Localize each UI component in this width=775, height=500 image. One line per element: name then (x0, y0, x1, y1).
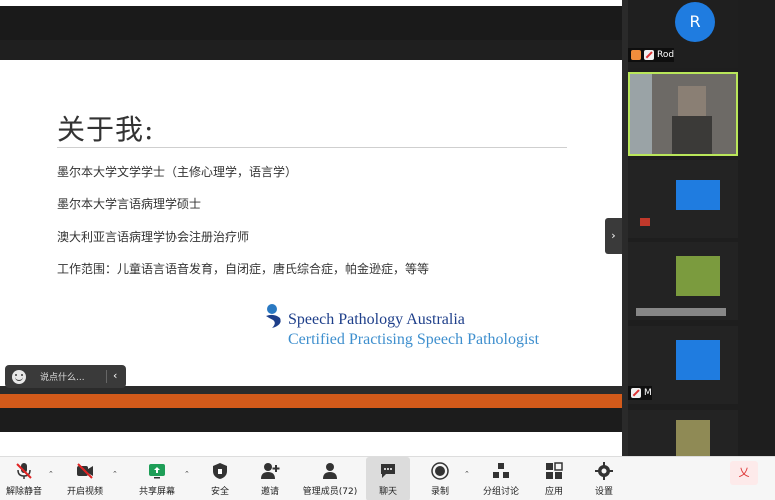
share-screen-icon (149, 464, 165, 479)
chat-label: 聊天 (378, 487, 397, 497)
name-label: M (628, 386, 652, 400)
add-user-icon (261, 463, 280, 479)
invite-label: 邀请 (260, 487, 279, 497)
name-label: Rod (628, 48, 675, 62)
share-screen-button[interactable]: 共享屏幕 (132, 457, 182, 500)
mic-muted-icon (644, 50, 654, 60)
video-blur-block (672, 116, 712, 154)
meeting-window: 关于我: 墨尔本大学文学学士（主修心理学，语言学） 墨尔本大学言语病理学硕士 澳… (0, 0, 775, 500)
chat-divider (106, 370, 107, 383)
video-tile[interactable] (628, 410, 738, 456)
unmute-label: 解除静音 (5, 487, 42, 497)
video-blur-block (676, 420, 710, 456)
video-blur-block (676, 340, 720, 380)
host-icon (631, 50, 641, 60)
record-icon (431, 462, 449, 480)
video-tile[interactable] (628, 160, 738, 238)
people-icon (323, 463, 337, 479)
screen-top-band (0, 6, 622, 40)
settings-label: 设置 (594, 487, 613, 497)
apps-label: 应用 (544, 487, 563, 497)
end-meeting-button[interactable]: 乂 (730, 461, 758, 485)
slide-top-border (0, 40, 622, 60)
emoji-icon[interactable] (12, 369, 26, 384)
video-blur-block (636, 308, 726, 316)
apps-button[interactable]: 应用 (532, 457, 576, 500)
participant-name: M (644, 388, 652, 398)
collapse-gallery-button[interactable]: › (605, 218, 622, 254)
mic-muted-icon (16, 463, 32, 479)
spa-logo-icon (266, 304, 281, 328)
caret-up-icon[interactable]: ⌃ (184, 470, 190, 478)
meeting-toolbar: 解除静音 ⌃ 开启视频 ⌃ 共享屏幕 ⌃ 安全 邀请 管理成员(72) 聊天 录… (0, 456, 775, 500)
org-name: Speech Pathology Australia (288, 311, 465, 328)
slide-line-scope: 工作范围：儿童语言语音发育，自闭症，唐氏综合症，帕金逊症，等等 (57, 262, 430, 276)
video-tile-rod[interactable]: R Rod (628, 0, 738, 68)
slide-title-rule (57, 147, 567, 148)
avatar: R (675, 2, 715, 42)
chat-placeholder[interactable]: 说点什么... (40, 370, 85, 383)
video-blur-block (640, 218, 650, 226)
chat-icon (381, 464, 395, 478)
invite-button[interactable]: 邀请 (248, 457, 292, 500)
unmute-button[interactable]: 解除静音 (2, 457, 46, 500)
breakout-rooms-icon (493, 463, 509, 478)
slide-line-masters: 墨尔本大学言语病理学硕士 (57, 197, 202, 211)
gear-icon (595, 462, 613, 480)
video-off-icon (77, 463, 93, 479)
participants-button[interactable]: 管理成员(72) (300, 457, 360, 500)
screen-bottom-strip (0, 432, 622, 456)
video-blur-block (676, 180, 720, 210)
video-blur-block (630, 74, 652, 154)
video-tile[interactable] (628, 242, 738, 320)
breakout-rooms-button[interactable]: 分组讨论 (478, 457, 524, 500)
share-label: 共享屏幕 (138, 487, 175, 497)
video-label: 开启视频 (66, 487, 103, 497)
record-button[interactable]: 录制 (418, 457, 462, 500)
chevron-left-icon[interactable]: ‹ (113, 369, 117, 382)
screen-bottom-band (0, 408, 622, 432)
slide-footer-bar (0, 394, 622, 408)
video-blur-block (676, 256, 720, 296)
security-button[interactable]: 安全 (198, 457, 242, 500)
org-certification: Certified Practising Speech Pathologist (288, 331, 540, 348)
shield-icon (213, 463, 227, 479)
participants-label: 管理成员(72) (302, 487, 358, 497)
chat-button[interactable]: 聊天 (366, 457, 410, 500)
video-tile[interactable]: M (628, 326, 738, 404)
chat-bubble[interactable]: 说点什么... ‹ (5, 365, 126, 388)
settings-button[interactable]: 设置 (582, 457, 626, 500)
slide-line-registration: 澳大利亚言语病理学协会注册治疗师 (57, 230, 250, 244)
caret-up-icon[interactable]: ⌃ (464, 470, 470, 478)
mic-muted-icon (631, 388, 641, 398)
participant-name: Rod (657, 50, 675, 60)
record-label: 录制 (430, 487, 449, 497)
slide-title: 关于我: (57, 113, 155, 146)
security-label: 安全 (210, 487, 229, 497)
caret-up-icon[interactable]: ⌃ (112, 470, 118, 478)
breakout-label: 分组讨论 (482, 487, 519, 497)
slide-line-degree: 墨尔本大学文学学士（主修心理学，语言学） (57, 165, 298, 179)
start-video-button[interactable]: 开启视频 (60, 457, 110, 500)
video-blur-block (678, 86, 706, 116)
video-tile-active-speaker[interactable] (628, 72, 738, 156)
caret-up-icon[interactable]: ⌃ (48, 470, 54, 478)
apps-icon (546, 462, 563, 479)
